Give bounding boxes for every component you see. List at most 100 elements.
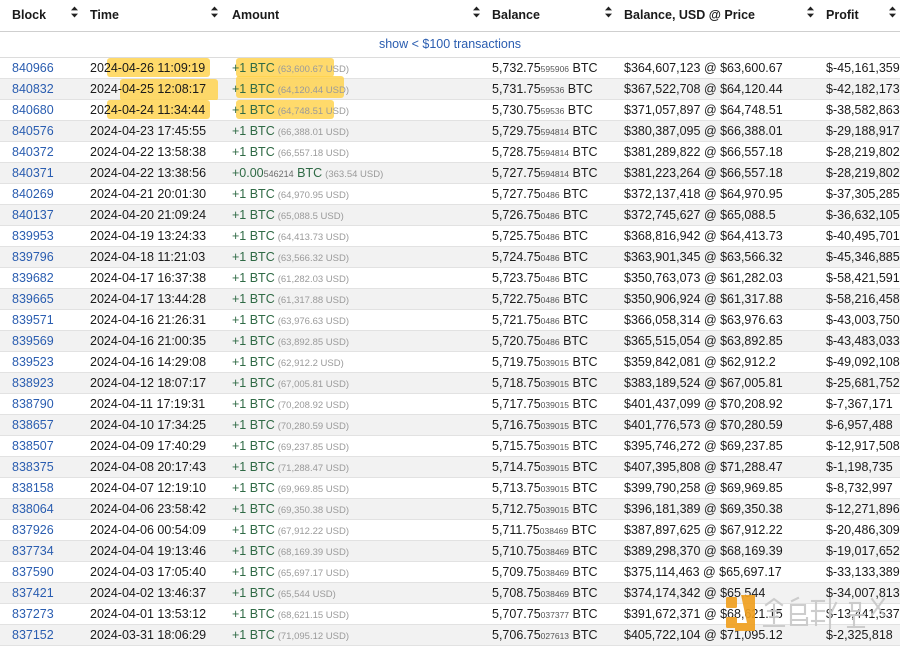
sort-updown-icon[interactable] — [68, 6, 81, 18]
column-header-block[interactable]: Block — [0, 0, 68, 32]
block-link[interactable]: 837926 — [0, 523, 54, 537]
cell-balance: 5,721.750486 BTC — [492, 309, 624, 331]
cell-profit: $-42,182,173 — [826, 78, 900, 100]
amount-main: +1 BTC — [232, 565, 275, 579]
table-row: 838158 2024-04-07 12:19:10 +1 BTC (69,969.8… — [0, 477, 900, 499]
time-value: 2024-04-20 21:09:24 — [90, 208, 207, 222]
amount-main: +1 BTC — [232, 607, 275, 621]
sort-toggle-amount[interactable] — [470, 0, 492, 32]
amount-main: +1 BTC — [232, 271, 275, 285]
sort-updown-icon[interactable] — [602, 6, 615, 18]
block-link[interactable]: 837152 — [0, 628, 54, 642]
column-header-profit[interactable]: Profit — [826, 0, 886, 32]
block-link[interactable]: 838923 — [0, 376, 54, 390]
block-link[interactable]: 838507 — [0, 439, 54, 453]
cell-profit: $-40,495,701 — [826, 225, 900, 247]
table-row: 839571 2024-04-16 21:26:31 +1 BTC (63,976.6… — [0, 309, 900, 331]
block-link[interactable]: 840966 — [0, 61, 54, 75]
cell-balance-usd: $359,842,081 @ $62,912.2 — [624, 351, 826, 373]
block-link[interactable]: 838375 — [0, 460, 54, 474]
balance-subdigits: 039015 — [540, 400, 570, 410]
sort-updown-icon[interactable] — [208, 6, 221, 18]
sort-updown-icon[interactable] — [886, 6, 899, 18]
block-link[interactable]: 840576 — [0, 124, 54, 138]
cell-amount: +1 BTC (70,208.92 USD) — [232, 393, 492, 415]
block-link[interactable]: 839665 — [0, 292, 54, 306]
sort-updown-icon[interactable] — [470, 6, 483, 18]
sort-toggle-block[interactable] — [68, 0, 90, 32]
show-small-transactions-link[interactable]: show < $100 transactions — [0, 37, 900, 51]
cell-balance: 5,730.7559536 BTC — [492, 99, 624, 121]
cell-profit: $-45,346,885 — [826, 246, 900, 268]
block-link[interactable]: 838657 — [0, 418, 54, 432]
block-link[interactable]: 839796 — [0, 250, 54, 264]
amount-usd: (62,912.2 USD) — [277, 358, 344, 369]
sort-toggle-balance[interactable] — [602, 0, 624, 32]
block-link[interactable]: 840137 — [0, 208, 54, 222]
cell-balance: 5,706.75027613 BTC — [492, 624, 624, 646]
cell-amount: +1 BTC (64,748.51 USD) — [232, 99, 492, 121]
cell-block: 838790 — [0, 393, 90, 415]
balance-subdigits: 039015 — [540, 358, 570, 368]
balance-subdigits: 0486 — [540, 274, 560, 284]
balance-unit-label: BTC — [572, 166, 598, 180]
block-link[interactable]: 840371 — [0, 166, 54, 180]
cell-balance: 5,707.75037377 BTC — [492, 603, 624, 625]
cell-profit: $-45,161,359 — [826, 57, 900, 79]
cell-profit: $-29,188,917 — [826, 120, 900, 142]
block-link[interactable]: 839953 — [0, 229, 54, 243]
cell-block: 838507 — [0, 435, 90, 457]
cell-amount: +1 BTC (63,892.85 USD) — [232, 330, 492, 352]
amount-main: +1 BTC — [232, 481, 275, 495]
block-link[interactable]: 840372 — [0, 145, 54, 159]
amount-value: +1 BTC (70,208.92 USD) — [232, 397, 349, 411]
cell-profit: $-43,483,033 — [826, 330, 900, 352]
balance-unit-label: BTC — [563, 187, 589, 201]
table-header: Block Time Amount Balance Balance, USD @… — [0, 0, 900, 32]
block-link[interactable]: 837273 — [0, 607, 54, 621]
balance-subdigits: 039015 — [540, 379, 570, 389]
cell-profit: $-38,582,863 — [826, 99, 900, 121]
balance-main: 5,707.75 — [492, 607, 541, 621]
sort-toggle-profit[interactable] — [886, 0, 900, 32]
block-link[interactable]: 840832 — [0, 82, 54, 96]
block-link[interactable]: 839523 — [0, 355, 54, 369]
amount-value: +1 BTC (70,280.59 USD) — [232, 418, 349, 432]
block-link[interactable]: 840269 — [0, 187, 54, 201]
block-link[interactable]: 839682 — [0, 271, 54, 285]
block-link[interactable]: 839569 — [0, 334, 54, 348]
column-header-balance-usd[interactable]: Balance, USD @ Price — [624, 0, 804, 32]
block-link[interactable]: 839571 — [0, 313, 54, 327]
cell-block: 837273 — [0, 603, 90, 625]
cell-balance-usd: $365,515,054 @ $63,892.85 — [624, 330, 826, 352]
cell-balance: 5,709.75038469 BTC — [492, 561, 624, 583]
balance-main: 5,726.75 — [492, 208, 541, 222]
block-link[interactable]: 838064 — [0, 502, 54, 516]
cell-amount: +1 BTC (62,912.2 USD) — [232, 351, 492, 373]
sort-toggle-time[interactable] — [208, 0, 232, 32]
cell-profit: $-25,681,752 — [826, 372, 900, 394]
cell-profit: $-7,367,171 — [826, 393, 900, 415]
balance-subdigits: 027613 — [540, 631, 570, 641]
column-header-time[interactable]: Time — [90, 0, 208, 32]
cell-profit: $-13,441,537 — [826, 603, 900, 625]
cell-balance-usd: $391,672,371 @ $68,621.15 — [624, 603, 826, 625]
block-link[interactable]: 837421 — [0, 586, 54, 600]
block-link[interactable]: 838790 — [0, 397, 54, 411]
cell-block: 839569 — [0, 330, 90, 352]
column-header-balance[interactable]: Balance — [492, 0, 602, 32]
column-header-amount[interactable]: Amount — [232, 0, 470, 32]
block-link[interactable]: 840680 — [0, 103, 54, 117]
cell-profit: $-1,198,735 — [826, 456, 900, 478]
cell-balance-usd: $399,790,258 @ $69,969.85 — [624, 477, 826, 499]
amount-usd: (66,388.01 USD) — [277, 127, 350, 138]
amount-main: +1 BTC — [232, 124, 275, 138]
block-link[interactable]: 837590 — [0, 565, 54, 579]
time-value: 2024-04-16 21:26:31 — [90, 313, 207, 327]
sort-toggle-balance-usd[interactable] — [804, 0, 826, 32]
amount-main: +1 BTC — [232, 544, 275, 558]
cell-time: 2024-04-17 13:44:28 — [90, 288, 232, 310]
block-link[interactable]: 837734 — [0, 544, 54, 558]
sort-updown-icon[interactable] — [804, 6, 817, 18]
block-link[interactable]: 838158 — [0, 481, 54, 495]
